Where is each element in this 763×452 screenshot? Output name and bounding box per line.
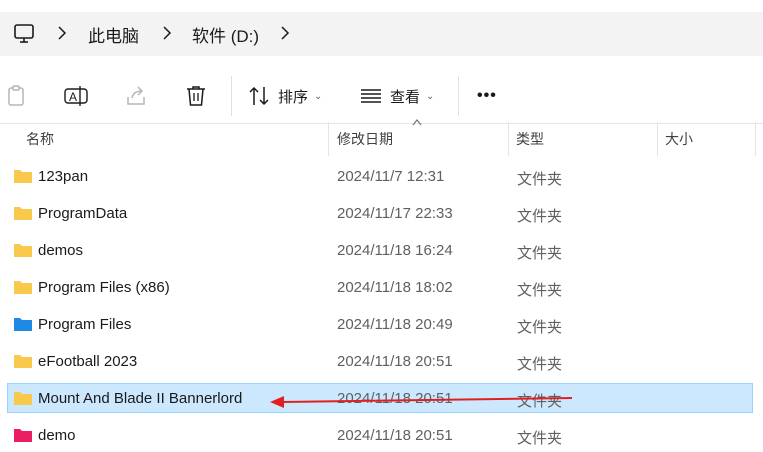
address-bar: 此电脑 软件 (D:) (0, 0, 763, 58)
folder-icon (14, 392, 32, 405)
column-header-row: 名称 修改日期 类型 大小 (0, 122, 763, 156)
file-name: demos (38, 242, 84, 259)
folder-icon (14, 318, 32, 331)
file-row[interactable]: Program Files 2024/11/18 20:49 文件夹 (7, 309, 753, 339)
file-type: 文件夹 (517, 171, 563, 188)
breadcrumb-drive-d[interactable]: 软件 (D:) (192, 22, 259, 47)
chevron-right-icon[interactable] (280, 26, 290, 40)
share-button[interactable] (125, 83, 147, 109)
toolbar-divider (231, 76, 232, 116)
file-name: 123pan (38, 168, 89, 185)
delete-button[interactable] (186, 83, 206, 109)
file-modified-date: 2024/11/18 18:02 (337, 279, 453, 296)
this-pc-icon[interactable] (13, 23, 35, 45)
column-header-size[interactable]: 大小 (655, 122, 693, 156)
file-name: Program Files (38, 316, 132, 333)
file-modified-date: 2024/11/18 16:24 (337, 242, 453, 259)
view-list-icon (361, 89, 381, 103)
paste-icon (8, 85, 24, 106)
folder-icon (14, 207, 32, 220)
rename-button[interactable]: A (64, 83, 88, 109)
folder-icon (14, 429, 32, 442)
file-row[interactable]: eFootball 2023 2024/11/18 20:51 文件夹 (7, 346, 753, 376)
file-name: Mount And Blade II Bannerlord (38, 390, 243, 407)
file-row[interactable]: ProgramData 2024/11/17 22:33 文件夹 (7, 198, 753, 228)
chevron-right-icon[interactable] (57, 26, 67, 40)
column-header-name[interactable]: 名称 (16, 122, 54, 156)
file-type: 文件夹 (517, 245, 563, 262)
folder-icon (14, 355, 32, 368)
file-name: Program Files (x86) (38, 279, 170, 296)
chevron-down-icon: ⌄ (426, 90, 435, 102)
file-type: 文件夹 (517, 319, 563, 336)
column-header-date[interactable]: 修改日期 (327, 122, 393, 156)
breadcrumb-this-pc[interactable]: 此电脑 (88, 22, 139, 47)
file-name: eFootball 2023 (38, 353, 138, 370)
file-type: 文件夹 (517, 282, 563, 299)
sort-button[interactable]: 排序 ⌄ (248, 83, 322, 109)
file-type: 文件夹 (517, 356, 563, 373)
more-icon: ••• (477, 87, 497, 104)
column-header-type[interactable]: 类型 (506, 122, 544, 156)
file-modified-date: 2024/11/7 12:31 (337, 168, 445, 185)
file-name: demo (38, 427, 76, 444)
file-modified-date: 2024/11/18 20:51 (337, 353, 453, 370)
trash-icon (187, 86, 205, 106)
folder-icon (14, 170, 32, 183)
sort-icon (249, 86, 269, 106)
svg-text:A: A (69, 90, 77, 104)
file-type: 文件夹 (517, 208, 563, 225)
chevron-right-icon[interactable] (162, 26, 172, 40)
file-modified-date: 2024/11/18 20:49 (337, 316, 453, 333)
folder-icon (14, 281, 32, 294)
rename-icon: A (64, 86, 88, 106)
file-row[interactable]: demos 2024/11/18 16:24 文件夹 (7, 235, 753, 265)
folder-icon (14, 244, 32, 257)
toolbar-divider (458, 76, 459, 116)
chevron-down-icon: ⌄ (314, 90, 323, 102)
file-row[interactable]: Program Files (x86) 2024/11/18 18:02 文件夹 (7, 272, 753, 302)
file-row[interactable]: 123pan 2024/11/7 12:31 文件夹 (7, 161, 753, 191)
column-divider[interactable] (755, 122, 756, 156)
view-button[interactable]: 查看 ⌄ (360, 83, 434, 109)
file-modified-date: 2024/11/17 22:33 (337, 205, 453, 222)
sort-label: 排序 (278, 88, 309, 106)
file-modified-date: 2024/11/18 20:51 (337, 427, 453, 444)
view-label: 查看 (390, 88, 421, 106)
paste-button[interactable] (6, 83, 26, 109)
command-bar: A 排序 ⌄ 查看 ⌄ ••• (0, 66, 763, 124)
more-options-button[interactable]: ••• (477, 83, 497, 109)
share-icon (127, 86, 145, 105)
annotation-arrow-icon (270, 396, 573, 408)
file-type: 文件夹 (517, 430, 563, 447)
file-row[interactable]: demo 2024/11/18 20:51 文件夹 (7, 420, 753, 450)
file-name: ProgramData (38, 205, 128, 222)
